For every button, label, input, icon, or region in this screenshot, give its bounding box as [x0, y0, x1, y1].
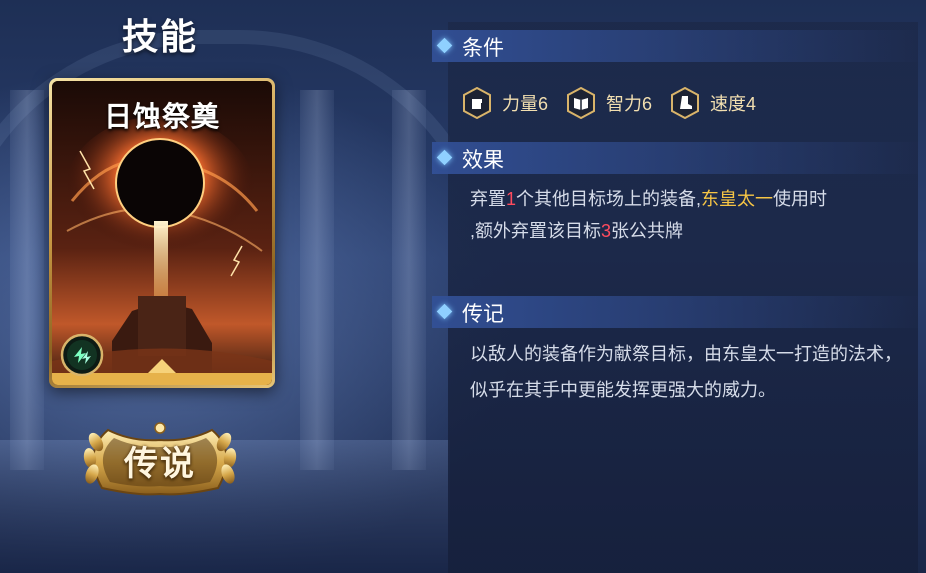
diamond-icon	[436, 149, 453, 166]
effect-title: 效果	[462, 149, 504, 172]
diamond-icon	[436, 303, 453, 320]
lore-title: 传记	[462, 303, 504, 326]
background-pillar	[10, 90, 44, 470]
effect-text-segment: 使用时	[773, 189, 828, 209]
requirement-label: 智力6	[606, 94, 653, 114]
fist-icon	[463, 87, 491, 119]
rarity-badge: 传说	[78, 422, 242, 498]
diamond-icon	[436, 37, 453, 54]
skill-card[interactable]: 日蚀祭奠	[49, 78, 275, 388]
background-pillar	[392, 90, 426, 470]
effect-highlight-hero: 东皇太一	[701, 189, 774, 209]
lightning-icon	[60, 333, 104, 377]
card-art-frame: 日蚀祭奠	[52, 81, 272, 385]
lore-description: 以敌人的装备作为献祭目标，由东皇太一打造的法术，似乎在其手中更能发挥更强大的威力…	[470, 344, 902, 400]
boot-icon	[671, 87, 700, 119]
effect-highlight-number: 3	[601, 221, 612, 241]
requirement-strength: 力量6	[462, 87, 548, 119]
requirement-intelligence: 智力6	[566, 87, 652, 119]
requirement-label: 速度4	[710, 94, 757, 114]
requirements-list: 力量6 智力6 速度4	[462, 86, 774, 120]
effect-text-segment: ,额外弃置该目标	[470, 221, 602, 241]
book-icon	[567, 87, 596, 119]
requirement-label: 力量6	[502, 94, 549, 114]
effect-description: 弃置1个其他目标场上的装备,东皇太一使用时 ,额外弃置该目标3张公共牌	[470, 183, 910, 247]
page-title: 技能	[122, 16, 199, 58]
conditions-title: 条件	[462, 37, 504, 60]
conditions-header: 条件	[432, 30, 926, 62]
lore-header: 传记	[432, 296, 926, 328]
card-name: 日蚀祭奠	[103, 100, 220, 133]
effect-text-segment: 弃置	[470, 189, 506, 209]
effect-header: 效果	[432, 142, 926, 174]
effect-highlight-number: 1	[506, 189, 517, 209]
background-pillar	[300, 90, 334, 470]
effect-text-segment: 个其他目标场上的装备,	[516, 189, 702, 209]
rarity-label: 传说	[124, 444, 196, 484]
effect-text-segment: 张公共牌	[611, 221, 684, 241]
requirement-speed: 速度4	[670, 87, 756, 119]
